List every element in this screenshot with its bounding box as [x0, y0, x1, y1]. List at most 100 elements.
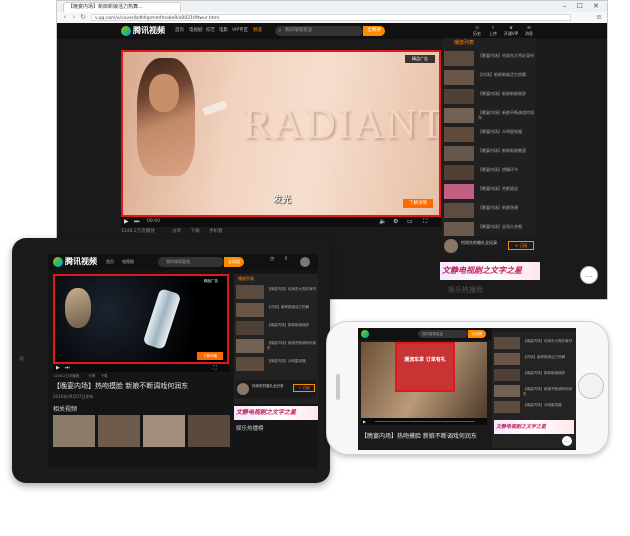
subscribe-button[interactable]: + 订阅	[293, 384, 315, 392]
next-icon[interactable]: ⏭	[65, 364, 70, 372]
settings-icon[interactable]: ⚙	[393, 218, 398, 226]
list-item[interactable]: 【晚宴内场】热舞环节	[442, 164, 536, 181]
url-field[interactable]: v.qq.com/x/cover/bdhhqrmmfmobe9/a0021t9t…	[91, 14, 571, 21]
browser-tab[interactable]: 【晚宴内场】新郎新娘活力热舞...	[63, 2, 181, 12]
list-item[interactable]: 【晚宴内场】何润东大秀好身材	[442, 50, 536, 67]
list-item[interactable]: 【晚宴内场】众明星祝福	[442, 126, 536, 143]
speaker-grille	[336, 374, 340, 400]
related-thumbnail[interactable]	[98, 415, 140, 447]
related-thumbnail[interactable]	[143, 415, 185, 447]
nav-item-home[interactable]: 首页	[175, 27, 184, 35]
progress-bar[interactable]	[375, 421, 475, 422]
share-button[interactable]: 分享	[88, 374, 95, 378]
thumbnail	[444, 89, 474, 104]
list-item[interactable]: 【晚宴内场】新郎新娘致辞	[234, 320, 318, 337]
share-button[interactable]: 分享	[172, 229, 181, 234]
list-item[interactable]: 【晚宴内场】新娘不断调戏何润东	[442, 107, 536, 124]
home-button[interactable]	[578, 373, 604, 399]
list-item[interactable]: 【晚宴内场】新娘不断调戏何润东	[234, 338, 318, 355]
nav-item-tv[interactable]: 电视剧	[189, 27, 203, 35]
logo-icon[interactable]	[121, 26, 131, 36]
channel-name[interactable]: 何润东的婚礼全纪录	[252, 384, 292, 389]
subscribe-button[interactable]: + 订阅	[508, 241, 534, 250]
ad-more-button[interactable]: 了解详情	[197, 352, 223, 360]
nav-item-home[interactable]: 首页	[106, 258, 114, 266]
avatar[interactable]	[237, 383, 249, 395]
chat-icon[interactable]: …	[580, 266, 598, 284]
menu-icon[interactable]: ≡	[595, 13, 603, 21]
search-button[interactable]: 全网搜	[468, 330, 486, 338]
list-item[interactable]: 【晚宴内场】新郎新娘敬酒	[442, 145, 536, 162]
list-item[interactable]: 【内场】新郎新娘活力热舞	[234, 302, 318, 319]
download-button[interactable]: 下载	[101, 374, 108, 378]
nav-item-vip[interactable]: VIP专区	[232, 27, 248, 35]
ipad-video-player[interactable]: 精品广告 了解详情	[53, 274, 229, 364]
search-button[interactable]: 全网搜	[363, 26, 385, 36]
vip-icon[interactable]: ♛ 开通VIP	[501, 25, 521, 37]
logo-icon[interactable]	[53, 257, 63, 267]
site-logo-text[interactable]: 腾讯视频	[133, 26, 165, 36]
playlist-heading: 播放列表	[454, 40, 475, 46]
history-icon[interactable]: ◷ 历史	[469, 25, 485, 37]
upload-icon[interactable]: ⇪	[280, 256, 292, 262]
list-item[interactable]: 【晚宴内场】何润东大秀好身材	[492, 336, 576, 350]
history-icon[interactable]: ◷	[266, 256, 278, 262]
mobile-watch-button[interactable]: 手机看	[209, 229, 223, 234]
thumbnail	[236, 321, 264, 335]
forward-icon[interactable]: ›	[70, 13, 78, 21]
list-item-title: 【晚宴内场】新郎新娘致辞	[267, 323, 309, 327]
search-input[interactable]: 我的璀璨星途	[158, 257, 224, 267]
related-thumbnail[interactable]	[53, 415, 95, 447]
back-icon[interactable]: ‹	[61, 13, 69, 21]
video-player[interactable]: RADIANT 发光 精品广告 了解详情	[121, 50, 441, 217]
promo-banner[interactable]: 文静电视剧之文字之星	[440, 262, 540, 280]
search-input[interactable]: 我的璀璨星途	[275, 26, 363, 36]
reload-icon[interactable]: ↻	[79, 13, 87, 21]
next-icon[interactable]: ⏭	[134, 218, 139, 226]
overlay-ad[interactable]: 潮流车享 订单有礼	[395, 342, 455, 392]
avatar[interactable]	[300, 257, 310, 267]
list-item[interactable]: 【晚宴内场】何润东大秀好身材	[234, 284, 318, 301]
nav-item-movie[interactable]: 电影	[219, 27, 228, 35]
list-item[interactable]: 【晚宴内场】合影留念	[442, 183, 536, 200]
list-item[interactable]: 【晚宴内场】新郎新娘致辞	[442, 88, 536, 105]
play-icon[interactable]: ▶	[56, 364, 60, 372]
list-item[interactable]: 【晚宴内场】新娘不断调戏何润东	[492, 384, 576, 398]
logo-icon[interactable]	[361, 330, 369, 338]
list-item[interactable]: 【晚宴内场】新郎新娘致辞	[492, 368, 576, 382]
search-input[interactable]: 我的璀璨星途	[418, 330, 468, 338]
hot-list-label[interactable]: 娱乐热播榜	[236, 424, 264, 432]
list-item-title: 【晚宴内场】新娘答谢	[478, 205, 518, 210]
promo-banner[interactable]: 文静电视剧之文字之星	[494, 420, 574, 434]
download-button[interactable]: 下载	[191, 229, 200, 234]
site-logo-text[interactable]: 腾讯视频	[65, 257, 97, 267]
list-item-title: 【晚宴内场】新娘不断调戏何润东	[523, 387, 572, 396]
fullscreen-icon[interactable]: ⛶	[213, 364, 217, 372]
nav-item-channel[interactable]: 频道	[253, 27, 262, 35]
channel-name[interactable]: 何润东的婚礼全纪录	[461, 240, 507, 246]
list-item[interactable]: 【内场】新郎新娘活力热舞	[492, 352, 576, 366]
volume-icon[interactable]: 🔈	[379, 218, 386, 226]
play-icon[interactable]: ▶	[124, 218, 129, 226]
promo-banner[interactable]: 文静电视剧之文字之星	[234, 406, 318, 420]
related-thumbnail[interactable]	[188, 415, 230, 447]
hot-list-label[interactable]: 娱乐热播榜	[448, 285, 483, 295]
list-item[interactable]: 【内场】新郎新娘活力热舞	[442, 69, 536, 86]
ad-more-button[interactable]: 了解详情	[403, 199, 433, 208]
play-icon[interactable]: ▶	[363, 418, 366, 425]
upload-icon[interactable]: ⇪ 上传	[485, 25, 501, 37]
avatar[interactable]	[444, 239, 458, 253]
list-item[interactable]: 【晚宴内场】新娘答谢	[442, 202, 536, 219]
pip-icon[interactable]: ▭	[407, 218, 413, 226]
list-item[interactable]: 【晚宴内场】众明星祝福	[234, 356, 318, 373]
thumbnail	[444, 165, 474, 180]
fullscreen-icon[interactable]: ⛶	[423, 218, 427, 226]
window-controls[interactable]: – ☐ ✕	[563, 2, 603, 10]
nav-item-tv[interactable]: 电视剧	[122, 258, 134, 266]
search-button[interactable]: 全网搜	[224, 257, 244, 267]
message-icon[interactable]: ✉ 消息	[521, 25, 537, 37]
list-item[interactable]: 【晚宴内场】众明星祝福	[492, 400, 576, 414]
iphone-device: 我的璀璨星途 全网搜 潮流车享 订单有礼 ▶ 【晚宴内场】热吻摸脸 新娘不断调戏…	[326, 321, 609, 455]
nav-item-variety[interactable]: 综艺	[206, 27, 215, 35]
chat-icon[interactable]: …	[562, 436, 572, 446]
